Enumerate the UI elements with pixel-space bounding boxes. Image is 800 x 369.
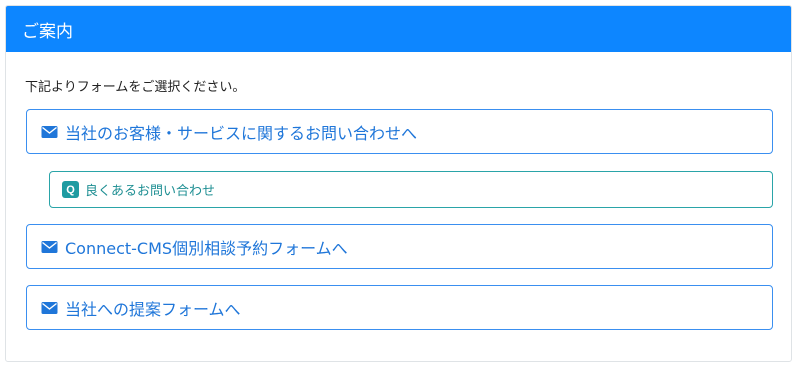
faq-button[interactable]: Q 良くあるお問い合わせ [49,171,773,208]
card-header: ご案内 [6,6,791,52]
envelope-icon [41,240,58,253]
card-title: ご案内 [22,21,73,42]
faq-label: 良くあるお問い合わせ [85,184,216,199]
consultation-booking-label: Connect-CMS個別相談予約フォームへ [65,238,348,258]
guidance-card: ご案内 下記よりフォームをご選択ください。 当社のお客様・サービスに関するお問い… [5,5,792,362]
q-badge-icon: Q [62,181,79,198]
envelope-icon [41,125,58,138]
customer-inquiry-button[interactable]: 当社のお客様・サービスに関するお問い合わせへ [26,109,773,154]
proposal-form-label: 当社への提案フォームへ [65,299,241,319]
envelope-icon [41,301,58,314]
intro-text: 下記よりフォームをご選択ください。 [25,80,246,95]
customer-inquiry-label: 当社のお客様・サービスに関するお問い合わせへ [65,123,418,143]
consultation-booking-button[interactable]: Connect-CMS個別相談予約フォームへ [26,224,773,269]
proposal-form-button[interactable]: 当社への提案フォームへ [26,285,773,330]
